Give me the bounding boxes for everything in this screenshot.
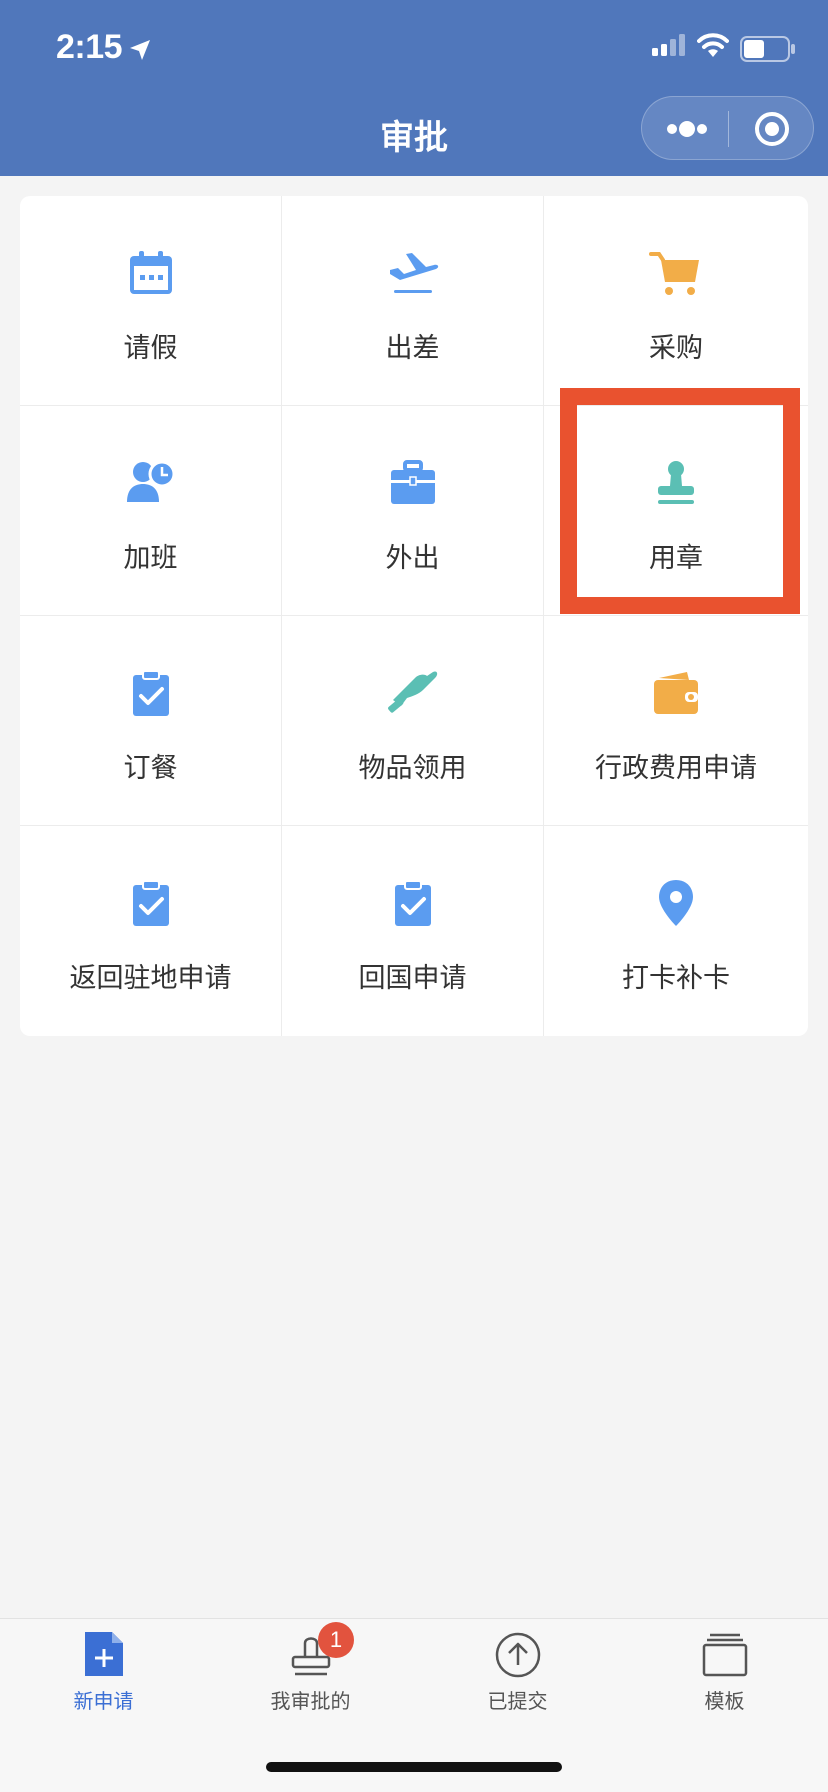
tab-my-approvals[interactable]: 我审批的 [207, 1619, 414, 1729]
clipboard-check-icon [132, 880, 169, 926]
calendar-icon [129, 251, 172, 294]
overtime-icon [126, 460, 175, 502]
grid-item-label: 行政费用申请 [595, 753, 757, 784]
cellular-signal-icon [652, 34, 685, 56]
status-time: 2:15 [56, 28, 123, 66]
grid-item-label: 出差 [385, 333, 440, 364]
grid-item-label: 返回驻地申请 [69, 963, 232, 994]
grid-item-clock-in-makeup[interactable]: 打卡补卡 [544, 826, 808, 1036]
grid-item-business-trip[interactable]: 出差 [282, 196, 544, 406]
grid-item-label: 采购 [649, 333, 703, 364]
tab-submitted[interactable]: 已提交 [414, 1619, 621, 1729]
grid-item-label: 回国申请 [358, 963, 467, 994]
tab-label: 新申请 [73, 1689, 134, 1713]
new-document-icon [84, 1632, 123, 1676]
grid-item-label: 外出 [385, 543, 440, 574]
top-bar: 2:15 审批 [0, 0, 828, 176]
airplane-icon [389, 253, 438, 293]
grid-item-leave[interactable]: 请假 [20, 196, 282, 406]
grid-item-label: 请假 [123, 333, 178, 364]
hand-icon [387, 671, 437, 713]
grid-item-overtime[interactable]: 加班 [20, 406, 282, 616]
briefcase-icon [390, 460, 435, 504]
approval-type-grid: 请假 出差 采购 加班 外出 用章 订餐 物品领用 行政费用申请 返回驻地申请 … [20, 196, 808, 1036]
tab-new-application[interactable]: 新申请 [0, 1619, 207, 1729]
highlight-box [560, 388, 800, 614]
grid-item-outing[interactable]: 外出 [282, 406, 544, 616]
grid-item-label: 订餐 [123, 753, 178, 784]
more-dots-icon [667, 121, 707, 137]
template-stack-icon [702, 1633, 747, 1677]
wifi-icon [697, 33, 729, 57]
location-arrow-icon [130, 40, 150, 60]
clipboard-check-icon [394, 880, 431, 926]
more-button[interactable] [642, 97, 728, 161]
tab-label: 已提交 [487, 1689, 548, 1713]
grid-item-label: 物品领用 [358, 753, 467, 784]
grid-item-return-home-country[interactable]: 回国申请 [282, 826, 544, 1036]
grid-item-return-station[interactable]: 返回驻地申请 [20, 826, 282, 1036]
tab-label: 模板 [704, 1689, 745, 1713]
target-circle-icon [755, 112, 789, 146]
grid-item-purchase[interactable]: 采购 [544, 196, 808, 406]
location-pin-icon [659, 880, 693, 926]
cart-icon [649, 252, 699, 295]
battery-icon [740, 36, 795, 62]
close-button[interactable] [729, 97, 815, 161]
grid-item-item-requisition[interactable]: 物品领用 [282, 616, 544, 826]
wallet-icon [654, 672, 698, 714]
home-indicator [266, 1762, 562, 1772]
tab-label: 我审批的 [270, 1689, 351, 1713]
tab-templates[interactable]: 模板 [621, 1619, 828, 1729]
clipboard-check-icon [132, 670, 169, 716]
grid-item-meal-order[interactable]: 订餐 [20, 616, 282, 826]
grid-item-label: 加班 [123, 543, 178, 574]
notification-badge: 1 [318, 1622, 354, 1658]
upload-circle-icon [495, 1632, 540, 1678]
grid-item-label: 打卡补卡 [622, 963, 730, 994]
grid-item-admin-expense[interactable]: 行政费用申请 [544, 616, 808, 826]
miniprogram-capsule [641, 96, 814, 160]
